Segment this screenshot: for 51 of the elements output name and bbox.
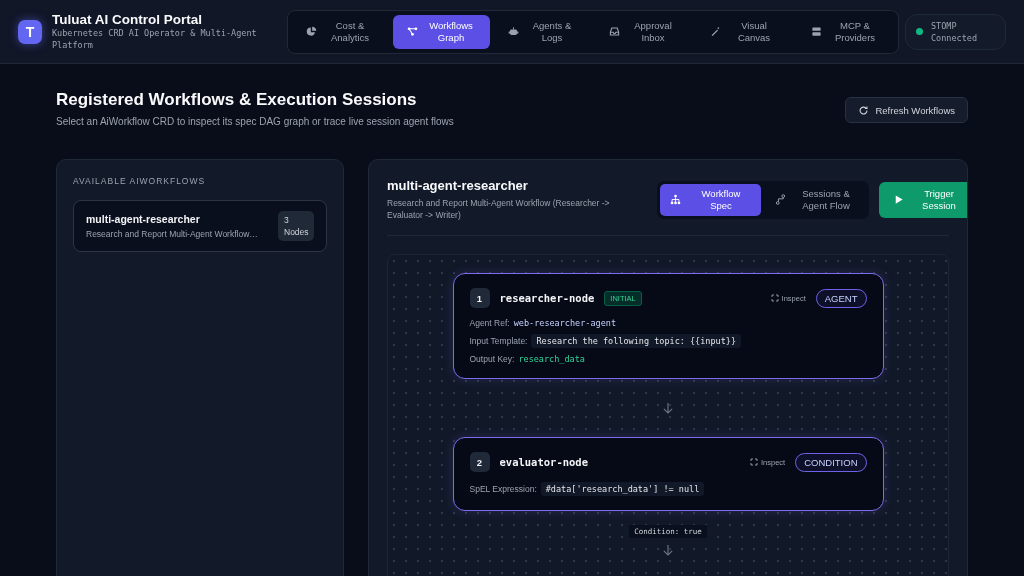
server-icon	[811, 26, 822, 37]
workflow-item[interactable]: multi-agent-researcher Research and Report Multi-Agent Workflow… 3 Nodes	[73, 200, 327, 252]
workflow-name: multi-agent-researcher	[86, 213, 201, 225]
page-subtitle: Select an AiWorkflow CRD to inspect its spec DAG graph or trace live session agent flows	[56, 116, 454, 127]
field-label: Output Key:	[469, 354, 515, 364]
nav-tab[interactable]: Approval Inbox	[595, 14, 692, 49]
arrow-down-icon	[663, 543, 673, 556]
nav-tab[interactable]: MCP & Providers	[797, 14, 894, 49]
panel-heading: AVAILABLE AIWORKFLOWS	[73, 176, 207, 186]
magic-wand-icon	[710, 26, 721, 37]
field-label: Agent Ref:	[469, 318, 510, 328]
nav-tab[interactable]: Agents & Logs	[494, 14, 591, 49]
view-tab[interactable]: Workflow Spec	[660, 183, 761, 216]
node-count: 3 Nodes	[278, 211, 314, 241]
expand-icon	[770, 294, 779, 302]
workflow-description: Research and Report Multi-Agent Workflow (Researcher -> Evaluator -> Writer)	[387, 197, 611, 221]
inbox-icon	[609, 26, 620, 37]
node-type-badge: AGENT	[815, 288, 867, 308]
field-value: Research the following topic: {{input}}	[531, 334, 742, 348]
field-label: Input Template:	[469, 336, 528, 346]
play-icon	[893, 194, 904, 205]
page-title: Registered Workflows & Execution Sessions	[56, 90, 418, 110]
status-label: STOMP Connected	[931, 19, 979, 44]
nav-tab[interactable]: Visual Canvas	[696, 14, 793, 49]
expand-icon	[750, 458, 758, 466]
node-index: 1	[469, 288, 490, 308]
node-type-badge: CONDITION	[795, 452, 867, 472]
trigger-session-button[interactable]: Trigger Session	[879, 181, 967, 218]
node-name: researcher-node	[499, 292, 595, 304]
app-subtitle: Kubernetes CRD AI Operator & Multi-Agent Platform	[52, 27, 258, 51]
view-tab[interactable]: Sessions & Agent Flow	[765, 183, 866, 216]
node-index: 2	[469, 452, 490, 472]
app-title: Tuluat AI Control Portal	[52, 12, 203, 27]
field-value: research_data	[518, 354, 585, 364]
refresh-icon	[858, 104, 870, 116]
workflow-description: Research and Report Multi-Agent Workflow…	[86, 229, 259, 239]
nav-tab[interactable]: Cost & Analytics	[292, 14, 389, 49]
refresh-button[interactable]: Refresh Workflows	[845, 97, 968, 123]
graph-icon	[407, 26, 418, 37]
app-logo: T	[18, 19, 42, 44]
node-name: evaluator-node	[499, 456, 588, 468]
workflow-title: multi-agent-researcher	[387, 178, 529, 193]
hierarchy-icon	[670, 194, 681, 205]
robot-icon	[508, 26, 519, 37]
field-value: web-researcher-agent	[513, 318, 617, 328]
route-icon	[775, 194, 786, 205]
nav-tab[interactable]: Workflows Graph	[393, 14, 490, 49]
field-value: #data['research_data'] != null	[540, 482, 705, 496]
pie-chart-icon	[306, 26, 317, 37]
arrow-down-icon	[663, 402, 673, 414]
field-label: SpEL Expression:	[469, 484, 537, 494]
